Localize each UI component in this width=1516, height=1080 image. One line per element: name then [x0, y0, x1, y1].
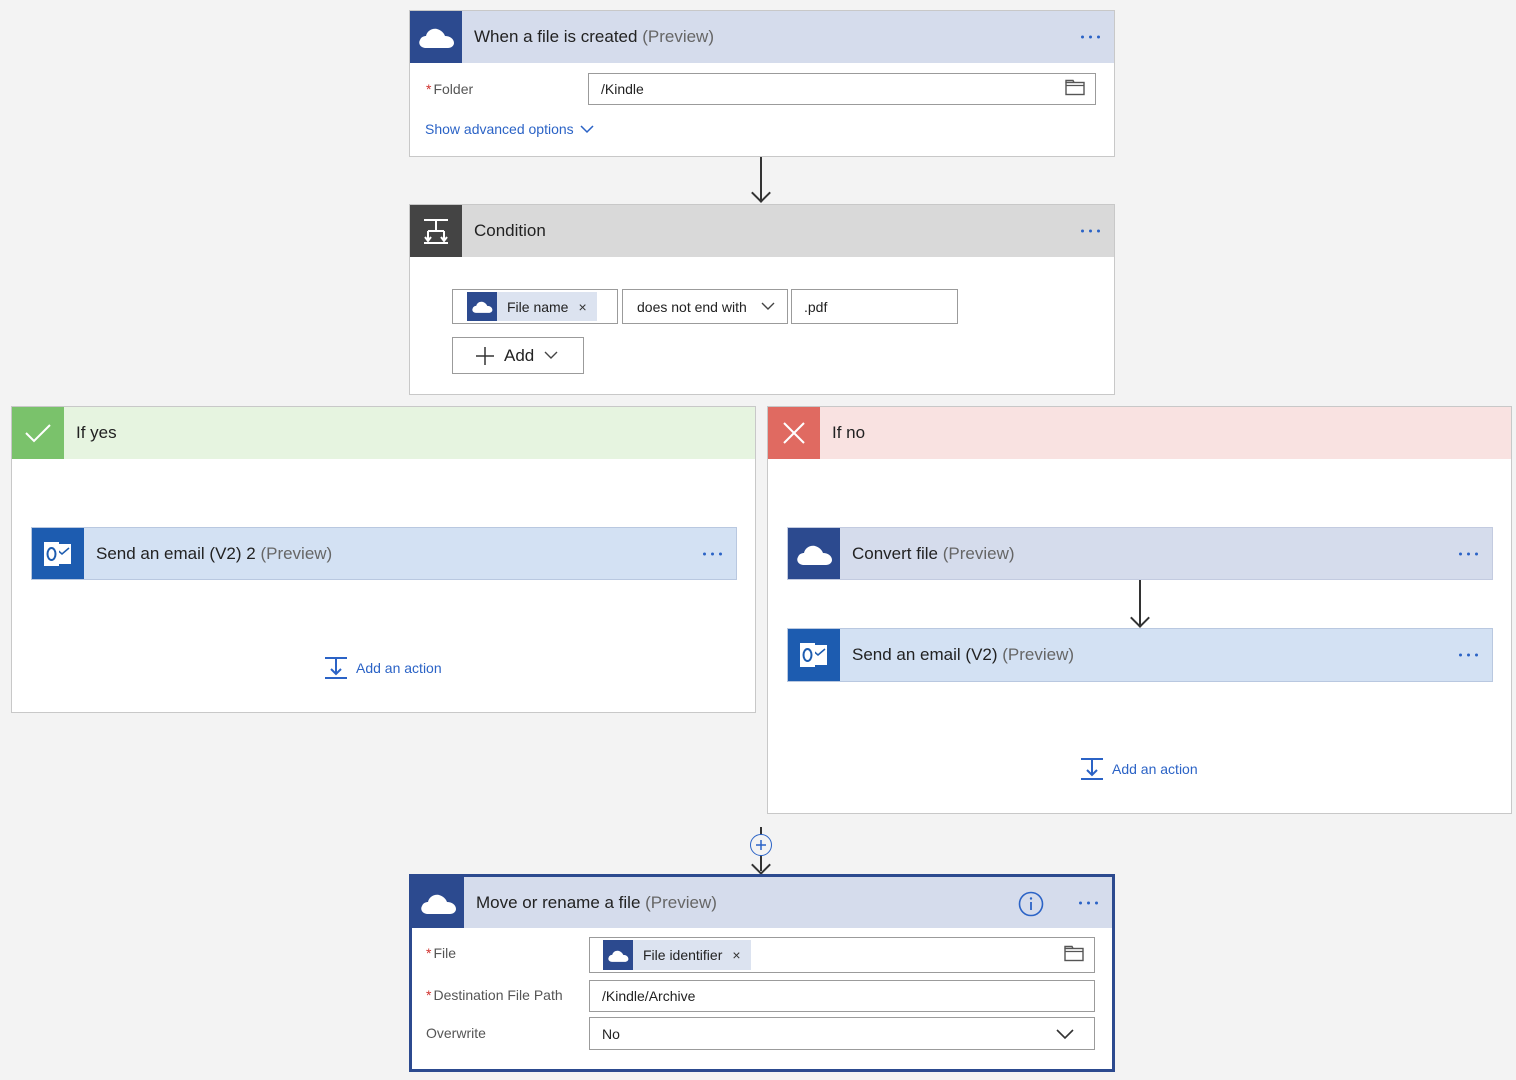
send-email-2-title: Send an email (V2) 2 (Preview) — [96, 543, 333, 563]
file-label: * File — [426, 945, 457, 961]
condition-more-button[interactable] — [1081, 229, 1100, 233]
send-email-2-card[interactable]: Send an email (V2) 2 (Preview) — [31, 527, 737, 580]
send-email-2-more-button[interactable] — [703, 552, 722, 555]
token-label: File name — [507, 298, 569, 315]
onedrive-cloud-icon — [467, 292, 497, 321]
folder-picker-icon[interactable] — [1065, 79, 1085, 99]
chevron-down-icon — [544, 351, 558, 359]
move-rename-card[interactable]: Move or rename a file (Preview) * File Fi… — [409, 874, 1115, 1072]
chevron-down-icon — [761, 302, 775, 310]
add-condition-button[interactable]: Add — [452, 337, 584, 374]
remove-token-button[interactable]: × — [732, 947, 740, 963]
if-no-title: If no — [832, 423, 866, 442]
destination-path-label: * Destination File Path — [426, 987, 563, 1003]
plus-icon — [476, 346, 494, 365]
onedrive-cloud-icon — [788, 528, 840, 579]
trigger-card[interactable]: When a file is created (Preview) * Folder… — [409, 10, 1115, 157]
file-name-token[interactable]: File name × — [467, 292, 597, 321]
condition-operator-select[interactable]: does not end with — [622, 289, 788, 324]
if-no-branch: If no Convert file (Preview) Send an ema… — [767, 406, 1512, 814]
overwrite-label: Overwrite — [426, 1025, 486, 1041]
if-yes-add-action-button[interactable]: Add an action — [324, 656, 442, 680]
close-x-icon — [768, 407, 820, 459]
folder-label: * Folder — [426, 81, 474, 97]
condition-card[interactable]: Condition File name × does not end with … — [409, 204, 1115, 395]
condition-title: Condition — [474, 221, 546, 240]
condition-value-input[interactable]: .pdf — [791, 289, 958, 324]
connector-arrowhead — [1130, 608, 1150, 628]
if-yes-title: If yes — [76, 423, 117, 442]
onedrive-cloud-icon — [410, 11, 462, 63]
send-email-title: Send an email (V2) (Preview) — [852, 645, 1075, 664]
condition-icon — [410, 205, 462, 257]
show-advanced-options-link[interactable]: Show advanced options — [425, 121, 594, 137]
onedrive-cloud-icon — [412, 877, 464, 928]
token-label: File identifier — [643, 947, 723, 963]
connector-arrowhead — [751, 855, 771, 875]
connector-arrowhead — [751, 183, 771, 203]
if-yes-branch: If yes Send an email (V2) 2 (Preview) Ad… — [11, 406, 756, 713]
chevron-down-icon — [1056, 1029, 1074, 1040]
add-action-icon — [325, 657, 347, 679]
checkmark-icon — [12, 407, 64, 459]
file-identifier-token[interactable]: File identifier × — [603, 940, 751, 970]
info-icon[interactable] — [1018, 891, 1044, 922]
outlook-icon — [32, 528, 84, 579]
convert-file-card[interactable]: Convert file (Preview) — [787, 527, 1493, 580]
onedrive-cloud-icon — [603, 940, 633, 970]
convert-file-title: Convert file (Preview) — [852, 543, 1015, 563]
insert-step-plus-icon[interactable] — [750, 834, 772, 856]
folder-picker-icon[interactable] — [1064, 945, 1084, 965]
send-email-card[interactable]: Send an email (V2) (Preview) — [787, 628, 1493, 682]
folder-input[interactable]: /Kindle — [588, 73, 1096, 105]
remove-token-button[interactable]: × — [578, 299, 586, 315]
file-input[interactable]: File identifier × — [589, 937, 1095, 973]
overwrite-select[interactable]: No — [589, 1017, 1095, 1050]
convert-file-more-button[interactable] — [1459, 552, 1478, 555]
trigger-title: When a file is created (Preview) — [474, 27, 714, 46]
trigger-more-button[interactable] — [1081, 35, 1100, 39]
move-rename-more-button[interactable] — [1079, 901, 1098, 904]
destination-path-input[interactable]: /Kindle/Archive — [589, 980, 1095, 1012]
send-email-more-button[interactable] — [1459, 653, 1478, 657]
chevron-down-icon — [580, 124, 594, 133]
move-rename-title: Move or rename a file (Preview) — [476, 892, 717, 912]
condition-left-operand[interactable]: File name × — [452, 289, 618, 324]
if-no-add-action-button[interactable]: Add an action — [1080, 757, 1198, 781]
outlook-icon — [788, 629, 840, 681]
add-action-icon — [1081, 758, 1103, 780]
